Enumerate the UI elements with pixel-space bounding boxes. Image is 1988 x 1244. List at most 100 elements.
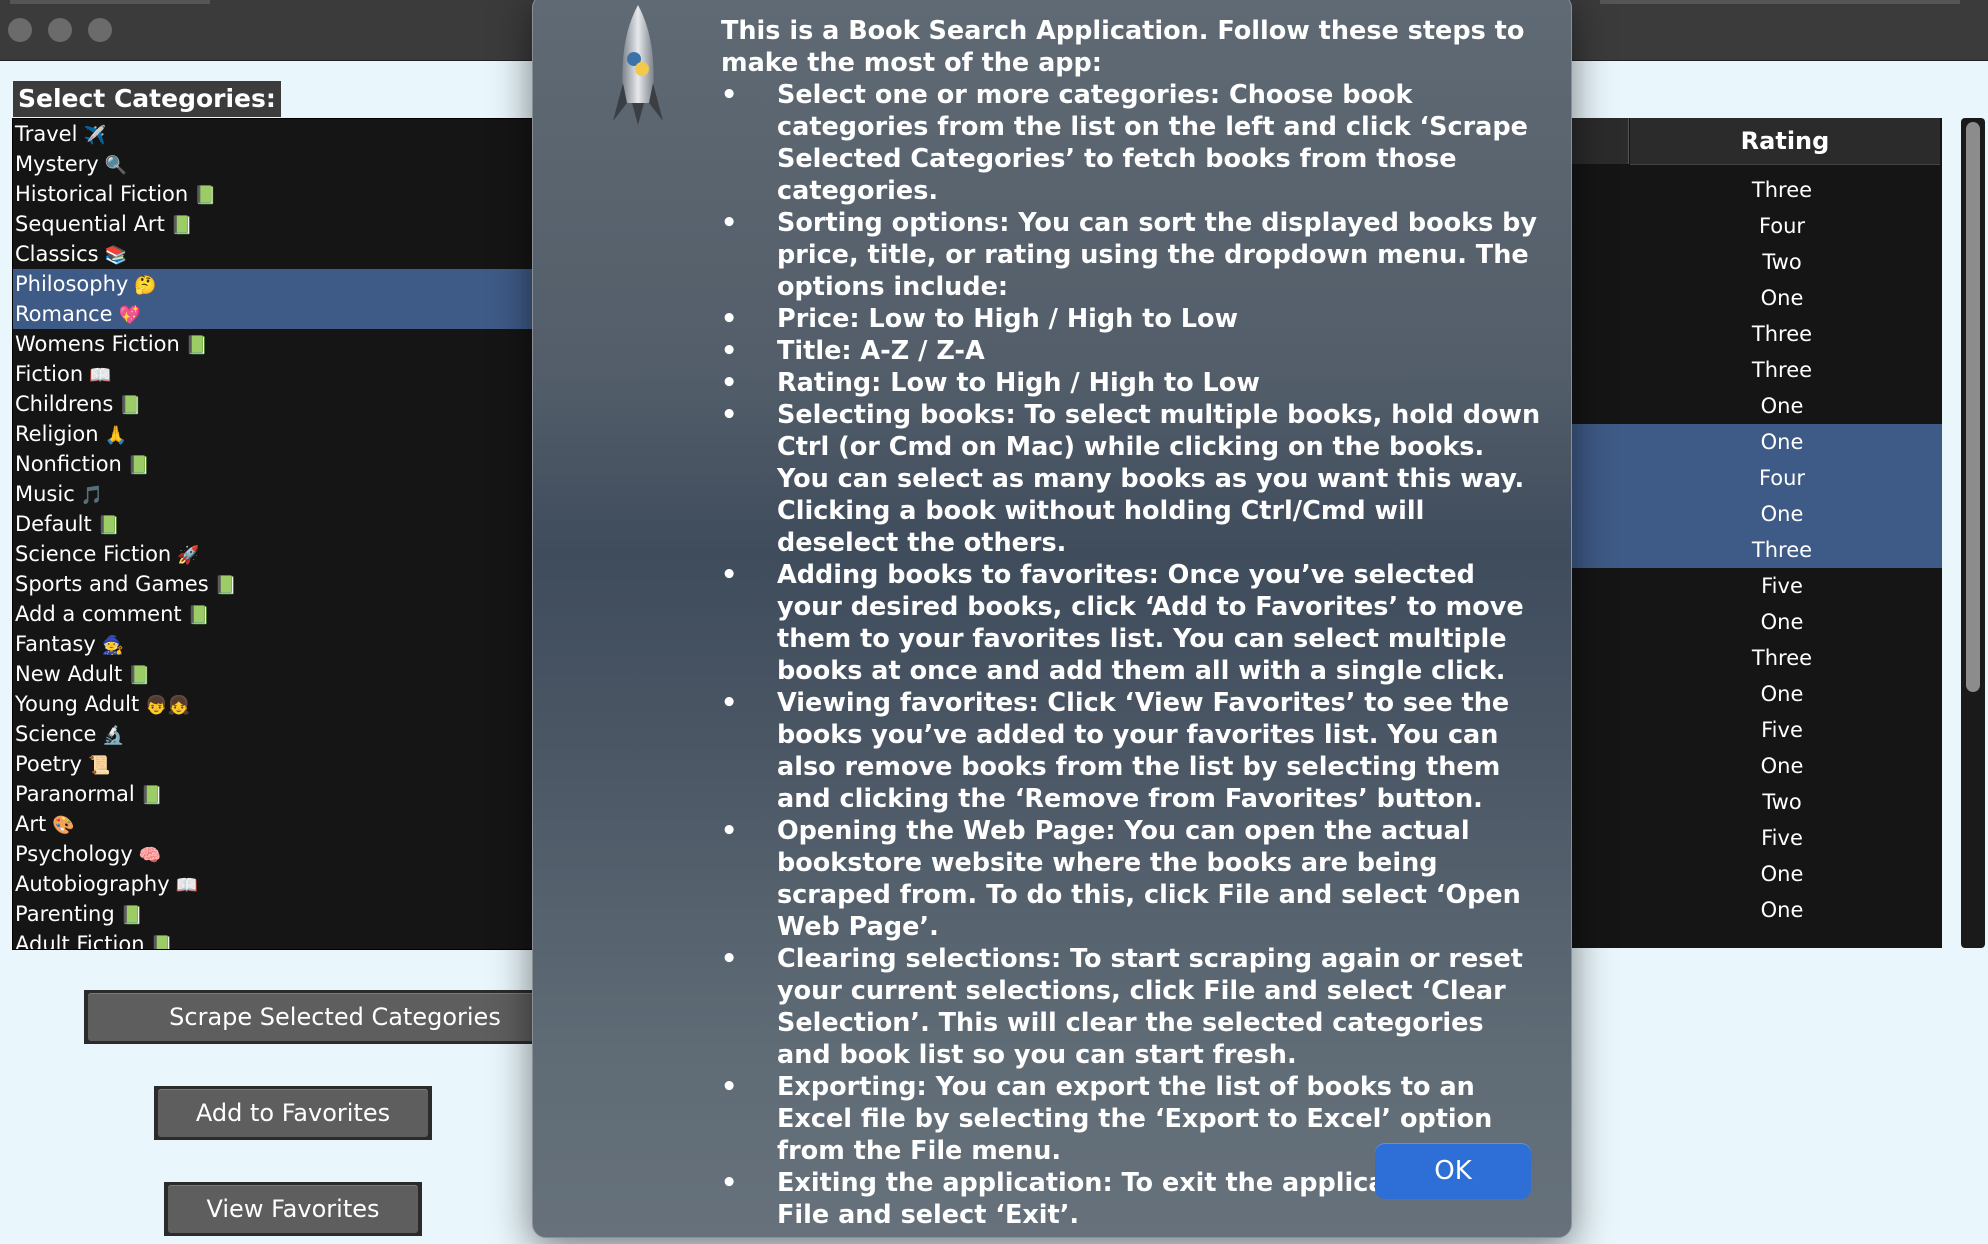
category-item[interactable]: Paranormal 📗 bbox=[13, 779, 533, 809]
category-item[interactable]: Nonfiction 📗 bbox=[13, 449, 533, 479]
category-item[interactable]: Classics 📚 bbox=[13, 239, 533, 269]
category-label: Philosophy bbox=[15, 272, 129, 296]
category-item[interactable]: Sequential Art 📗 bbox=[13, 209, 533, 239]
table-row[interactable]: One bbox=[1572, 748, 1942, 784]
table-row[interactable]: One bbox=[1572, 856, 1942, 892]
table-scrollbar[interactable] bbox=[1961, 118, 1985, 948]
category-item[interactable]: Womens Fiction 📗 bbox=[13, 329, 533, 359]
table-row[interactable]: One bbox=[1572, 676, 1942, 712]
table-row[interactable]: One bbox=[1572, 892, 1942, 928]
table-row[interactable]: Three bbox=[1572, 172, 1942, 208]
category-emoji-icon: 📖 bbox=[175, 875, 199, 896]
help-message: This is a Book Search Application. Follo… bbox=[721, 15, 1541, 1231]
help-dialog: This is a Book Search Application. Follo… bbox=[532, 0, 1572, 1238]
column-header-previous[interactable] bbox=[1572, 118, 1629, 164]
table-row[interactable]: Two bbox=[1572, 784, 1942, 820]
category-item[interactable]: Religion 🙏 bbox=[13, 419, 533, 449]
table-row[interactable]: Three bbox=[1572, 640, 1942, 676]
category-item[interactable]: New Adult 📗 bbox=[13, 659, 533, 689]
table-row[interactable]: Three bbox=[1572, 532, 1942, 568]
table-row[interactable]: One bbox=[1572, 388, 1942, 424]
view-favorites-button[interactable]: View Favorites bbox=[168, 1185, 418, 1233]
category-item[interactable]: Add a comment 📗 bbox=[13, 599, 533, 629]
category-item[interactable]: Travel ✈️ bbox=[13, 119, 533, 149]
category-item[interactable]: Music 🎵 bbox=[13, 479, 533, 509]
rating-cell: Two bbox=[1762, 250, 1802, 274]
zoom-window-button[interactable] bbox=[88, 18, 112, 42]
category-label: Fantasy bbox=[15, 632, 96, 656]
category-emoji-icon: 🚀 bbox=[177, 545, 200, 566]
category-emoji-icon: 💖 bbox=[118, 305, 142, 326]
category-label: Childrens bbox=[15, 392, 114, 416]
category-label: Sports and Games bbox=[15, 572, 209, 596]
category-item[interactable]: Adult Fiction 📗 bbox=[13, 929, 533, 950]
category-item[interactable]: Art 🎨 bbox=[13, 809, 533, 839]
scrape-selected-categories-button[interactable]: Scrape Selected Categories bbox=[88, 993, 582, 1041]
scrape-selected-categories-button-frame: Scrape Selected Categories bbox=[84, 990, 586, 1044]
table-row[interactable]: One bbox=[1572, 604, 1942, 640]
books-table[interactable]: Rating Three Four Two One Three Three One One Fo… bbox=[1572, 118, 1942, 948]
category-item[interactable]: Sports and Games 📗 bbox=[13, 569, 533, 599]
category-label: Parenting bbox=[15, 902, 115, 926]
table-row[interactable]: Three bbox=[1572, 316, 1942, 352]
category-item[interactable]: Fiction 📖 bbox=[13, 359, 533, 389]
category-item[interactable]: Poetry 📜 bbox=[13, 749, 533, 779]
rating-cell: Three bbox=[1751, 178, 1813, 202]
category-emoji-icon: 🙏 bbox=[104, 425, 127, 446]
category-item[interactable]: Philosophy 🤔 bbox=[13, 269, 533, 299]
category-item[interactable]: Mystery 🔍 bbox=[13, 149, 533, 179]
category-item[interactable]: Fantasy 🧙 bbox=[13, 629, 533, 659]
rating-cell: One bbox=[1760, 286, 1804, 310]
table-row[interactable]: One bbox=[1572, 424, 1942, 460]
category-emoji-icon: 🔬 bbox=[102, 725, 125, 746]
category-emoji-icon: 📗 bbox=[214, 575, 238, 596]
category-emoji-icon: 🎨 bbox=[52, 815, 75, 836]
close-window-button[interactable] bbox=[8, 18, 32, 42]
category-label: Mystery bbox=[15, 152, 99, 176]
category-emoji-icon: 📗 bbox=[194, 185, 217, 206]
category-item[interactable]: Science Fiction 🚀 bbox=[13, 539, 533, 569]
category-item[interactable]: Parenting 📗 bbox=[13, 899, 533, 929]
table-row[interactable]: Five bbox=[1572, 568, 1942, 604]
categories-listbox[interactable]: Travel ✈️ Mystery 🔍 Historical Fiction 📗 Seque… bbox=[12, 118, 534, 950]
add-to-favorites-button[interactable]: Add to Favorites bbox=[158, 1089, 428, 1137]
table-row[interactable]: One bbox=[1572, 496, 1942, 532]
category-label: Paranormal bbox=[15, 782, 135, 806]
category-emoji-icon: 📗 bbox=[119, 395, 142, 416]
category-label: Autobiography bbox=[15, 872, 170, 896]
category-emoji-icon: 📗 bbox=[128, 665, 151, 686]
category-item[interactable]: Psychology 🧠 bbox=[13, 839, 533, 869]
category-label: Science bbox=[15, 722, 97, 746]
category-item[interactable]: Autobiography 📖 bbox=[13, 869, 533, 899]
minimize-window-button[interactable] bbox=[48, 18, 72, 42]
category-item[interactable]: Historical Fiction 📗 bbox=[13, 179, 533, 209]
table-row[interactable]: Four bbox=[1572, 460, 1942, 496]
table-row[interactable]: Two bbox=[1572, 244, 1942, 280]
help-bullet: Select one or more categories: Choose bo… bbox=[721, 79, 1541, 207]
scrollbar-thumb[interactable] bbox=[1966, 122, 1980, 692]
table-row[interactable]: Five bbox=[1572, 820, 1942, 856]
help-bullet: Adding books to favorites: Once you’ve s… bbox=[721, 559, 1541, 687]
category-label: Adult Fiction bbox=[15, 932, 145, 950]
rating-cell: Two bbox=[1762, 790, 1802, 814]
add-to-favorites-button-frame: Add to Favorites bbox=[154, 1086, 432, 1140]
ok-button[interactable]: OK bbox=[1375, 1143, 1531, 1199]
table-row[interactable]: Five bbox=[1572, 712, 1942, 748]
category-item[interactable]: Science 🔬 bbox=[13, 719, 533, 749]
category-label: Sequential Art bbox=[15, 212, 165, 236]
category-item[interactable]: Romance 💖 bbox=[13, 299, 533, 329]
rating-cell: Three bbox=[1751, 538, 1813, 562]
category-item[interactable]: Young Adult 👦👧 bbox=[13, 689, 533, 719]
help-bullet: Selecting books: To select multiple book… bbox=[721, 399, 1541, 559]
rating-cell: One bbox=[1760, 610, 1804, 634]
column-header-rating[interactable]: Rating bbox=[1630, 118, 1940, 165]
category-item[interactable]: Default 📗 bbox=[13, 509, 533, 539]
rating-cell: Five bbox=[1761, 826, 1803, 850]
table-row[interactable]: Four bbox=[1572, 208, 1942, 244]
table-row[interactable]: One bbox=[1572, 280, 1942, 316]
category-label: New Adult bbox=[15, 662, 123, 686]
category-item[interactable]: Childrens 📗 bbox=[13, 389, 533, 419]
table-row[interactable]: Three bbox=[1572, 352, 1942, 388]
category-label: Psychology bbox=[15, 842, 133, 866]
category-label: Default bbox=[15, 512, 92, 536]
